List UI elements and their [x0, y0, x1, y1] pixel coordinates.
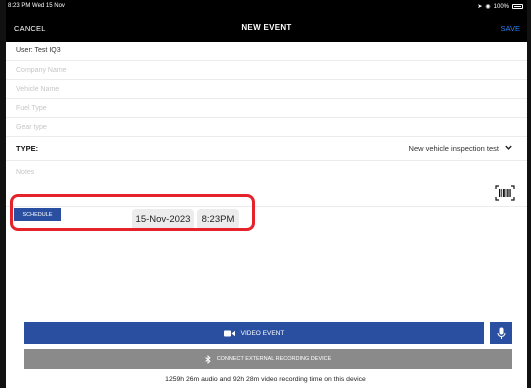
vehicle-name-placeholder: Vehicle Name [16, 86, 60, 93]
schedule-button[interactable]: SCHEDULE [14, 208, 61, 221]
microphone-icon [497, 327, 505, 339]
fuel-type-field[interactable]: Fuel Type [6, 99, 527, 118]
company-name-placeholder: Company Name [16, 67, 67, 74]
video-event-button[interactable]: VIDEO EVENT [24, 322, 484, 344]
notes-field[interactable]: Notes [6, 161, 527, 207]
vehicle-name-field[interactable]: Vehicle Name [6, 80, 527, 99]
gear-type-field[interactable]: Gear type [6, 118, 527, 137]
schedule-date-picker[interactable]: 15-Nov-2023 [132, 209, 194, 230]
type-label: TYPE: [16, 144, 39, 153]
connect-device-label: CONNECT EXTERNAL RECORDING DEVICE [216, 356, 332, 362]
type-value: New vehicle inspection test [408, 144, 499, 153]
schedule-time-picker[interactable]: 8:23PM [197, 209, 239, 230]
notes-placeholder: Notes [16, 169, 35, 176]
type-select[interactable]: TYPE: New vehicle inspection test [6, 137, 527, 161]
right-border [527, 0, 531, 388]
battery-label: 100% [493, 3, 509, 10]
battery-icon [512, 4, 523, 9]
location-icon: ➤ [477, 4, 483, 10]
user-label: User: Test IQ3 [16, 47, 61, 54]
status-time: 8:23 PM Wed 15 Nov [8, 3, 65, 9]
save-button[interactable]: SAVE [501, 24, 520, 33]
recording-time-info: 1259h 26m audio and 92h 28m video record… [165, 376, 366, 383]
status-bar: 8:23 PM Wed 15 Nov ➤ ◉ 100% [6, 0, 527, 14]
fuel-type-placeholder: Fuel Type [16, 105, 47, 112]
connect-device-button[interactable]: CONNECT EXTERNAL RECORDING DEVICE [24, 349, 512, 369]
wifi-icon: ◉ [485, 4, 491, 10]
status-indicators: ➤ ◉ 100% [477, 3, 523, 10]
gear-type-placeholder: Gear type [16, 124, 47, 131]
app-window: 8:23 PM Wed 15 Nov ➤ ◉ 100% CANCEL NEW E… [0, 0, 531, 388]
page-title: NEW EVENT [241, 23, 292, 32]
barcode-scan-icon[interactable] [495, 185, 515, 201]
video-camera-icon [223, 330, 235, 336]
microphone-button[interactable] [490, 322, 512, 344]
video-event-label: VIDEO EVENT [240, 329, 285, 337]
chevron-down-icon [505, 145, 512, 150]
bluetooth-icon [204, 354, 211, 364]
company-name-field[interactable]: Company Name [6, 61, 527, 80]
nav-bar: CANCEL NEW EVENT SAVE [6, 14, 527, 42]
user-row: User: Test IQ3 [6, 42, 527, 61]
